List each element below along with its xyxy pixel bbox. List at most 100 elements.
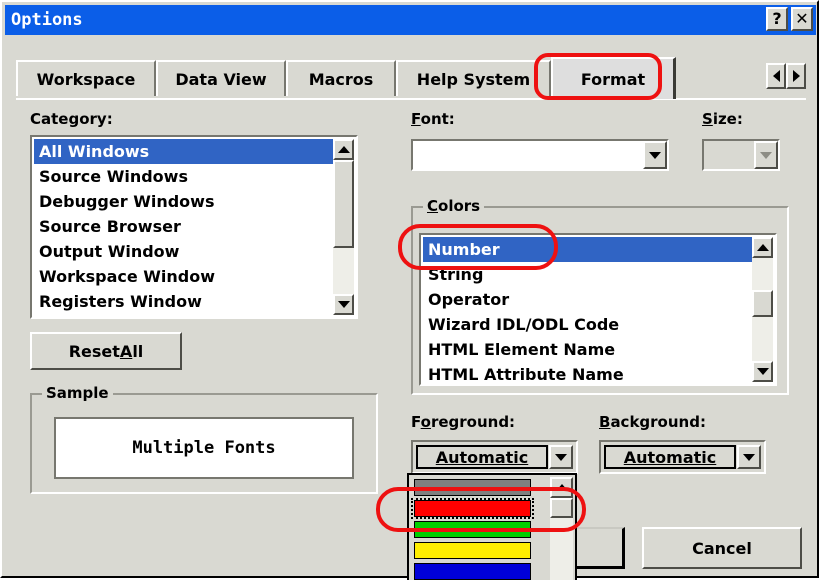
background-combo[interactable]: Automatic: [599, 440, 766, 474]
list-item[interactable]: Source Windows: [34, 164, 334, 189]
background-combo-dropdown-button[interactable]: [737, 445, 761, 469]
color-swatch: [414, 521, 531, 538]
tab-macros[interactable]: Macros: [286, 60, 396, 96]
scroll-down-button[interactable]: [333, 294, 354, 315]
color-swatch-item-green[interactable]: [411, 519, 534, 540]
scroll-down-button[interactable]: [752, 361, 773, 382]
list-item[interactable]: Workspace Window: [34, 264, 334, 289]
reset-all-button[interactable]: Reset All: [30, 332, 182, 370]
background-label-accel: B: [599, 413, 611, 431]
list-item[interactable]: Registers Window: [34, 289, 334, 314]
size-label-accel: S: [702, 110, 713, 128]
font-combo-dropdown-button[interactable]: [643, 141, 667, 169]
tab-help-system[interactable]: Help System: [396, 60, 551, 96]
colors-list-items: Number String Operator Wizard IDL/ODL Co…: [423, 237, 753, 382]
category-label: Category:: [30, 110, 113, 128]
arrow-down-icon: [756, 368, 769, 375]
color-swatch-item-gray[interactable]: [411, 477, 534, 498]
reset-all-label-tail: ll: [132, 341, 144, 361]
colors-group-title: Colors: [423, 197, 485, 215]
foreground-combo-dropdown-button[interactable]: [549, 445, 573, 469]
color-swatch: [414, 563, 531, 580]
tab-label: Workspace: [36, 69, 136, 89]
arrow-down-icon: [337, 301, 350, 308]
foreground-value-text: Automatic: [435, 447, 529, 467]
background-value-text: Automatic: [623, 447, 717, 467]
font-label-rest: ont:: [420, 110, 455, 128]
size-combo: [702, 139, 780, 171]
color-swatch: [414, 479, 531, 496]
arrow-right-icon: [792, 70, 800, 82]
list-item[interactable]: HTML Element Name: [423, 337, 753, 362]
foreground-label-rest: reground:: [430, 413, 516, 431]
arrow-left-icon: [772, 70, 780, 82]
close-button[interactable]: ✕: [791, 7, 813, 31]
tab-strip: Workspace Data View Macros Help System F…: [16, 57, 806, 99]
foreground-label-head: F: [411, 413, 421, 431]
arrow-up-icon: [555, 484, 568, 491]
list-item[interactable]: All Windows: [34, 139, 334, 164]
category-list-items: All Windows Source Windows Debugger Wind…: [34, 139, 334, 315]
font-combo[interactable]: [411, 139, 669, 171]
list-item[interactable]: Debugger Windows: [34, 189, 334, 214]
category-scrollbar[interactable]: [333, 139, 354, 315]
scrollbar-thumb[interactable]: [752, 290, 773, 317]
category-listbox[interactable]: All Windows Source Windows Debugger Wind…: [30, 135, 358, 319]
color-swatch: [414, 542, 531, 559]
tab-label: Format: [580, 69, 646, 89]
titlebar-buttons: ? ✕: [766, 7, 813, 31]
title-bar: Options ? ✕: [5, 5, 816, 35]
sample-preview: Multiple Fonts: [54, 417, 354, 479]
cancel-button-label: Cancel: [692, 538, 752, 558]
chevron-down-icon: [760, 151, 772, 159]
color-swatch-item-red[interactable]: [411, 498, 534, 519]
color-swatch: [414, 500, 531, 517]
tab-strip-divider: [16, 98, 806, 100]
foreground-color-dropdown-list[interactable]: [407, 473, 577, 580]
list-item[interactable]: Number: [423, 237, 753, 262]
scroll-up-button[interactable]: [752, 237, 773, 258]
color-swatch-item-yellow[interactable]: [411, 540, 534, 561]
tab-scroll-left-button[interactable]: [766, 63, 786, 89]
cancel-button[interactable]: Cancel: [642, 527, 802, 569]
list-item[interactable]: HTML Attribute Name: [423, 362, 753, 382]
background-combo-value[interactable]: Automatic: [604, 445, 736, 469]
font-label: Font:: [411, 110, 455, 128]
tab-format[interactable]: Format: [551, 57, 676, 99]
colors-listbox[interactable]: Number String Operator Wizard IDL/ODL Co…: [419, 233, 777, 386]
tab-scroll-right-button[interactable]: [786, 63, 806, 89]
reset-all-accel: A: [119, 341, 133, 361]
font-label-accel: F: [411, 110, 421, 128]
tab-spinner: [766, 63, 806, 89]
foreground-label-accel: o: [420, 413, 431, 431]
list-item[interactable]: Wizard IDL/ODL Code: [423, 312, 753, 337]
scroll-up-button[interactable]: [333, 139, 354, 160]
list-item[interactable]: Output Window: [34, 239, 334, 264]
scrollbar-thumb[interactable]: [550, 498, 573, 518]
colors-scrollbar[interactable]: [752, 237, 773, 382]
options-dialog: Options ? ✕ Workspace Data View Macros H…: [0, 0, 819, 580]
list-item[interactable]: String: [423, 262, 753, 287]
colors-title-accel: C: [427, 197, 439, 215]
foreground-combo-value[interactable]: Automatic: [416, 445, 548, 469]
tab-label: Help System: [416, 69, 531, 89]
list-item[interactable]: Source Browser: [34, 214, 334, 239]
scroll-up-button[interactable]: [550, 477, 573, 498]
color-swatch-list: [411, 477, 534, 580]
tab-workspace[interactable]: Workspace: [16, 60, 156, 96]
size-label-rest: ize:: [712, 110, 743, 128]
help-button[interactable]: ?: [766, 7, 788, 31]
foreground-combo[interactable]: Automatic: [411, 440, 578, 474]
background-label: Background:: [599, 413, 706, 431]
arrow-up-icon: [756, 244, 769, 251]
tab-data-view[interactable]: Data View: [156, 60, 286, 96]
chevron-down-icon: [743, 453, 755, 461]
color-swatch-item-blue[interactable]: [411, 561, 534, 580]
size-combo-dropdown-button: [754, 141, 778, 169]
size-label: Size:: [702, 110, 743, 128]
font-combo-value[interactable]: [413, 141, 643, 169]
list-item[interactable]: Operator: [423, 287, 753, 312]
scrollbar-thumb[interactable]: [333, 160, 354, 248]
window-title: Options: [11, 10, 83, 30]
color-dropdown-scrollbar[interactable]: [550, 477, 573, 580]
